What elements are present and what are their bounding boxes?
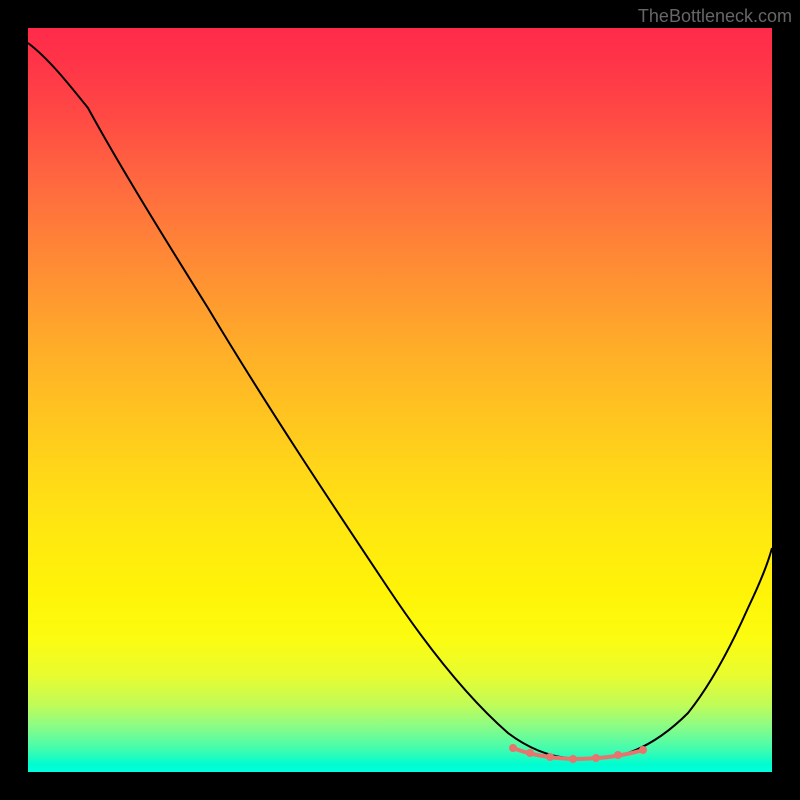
watermark-text: TheBottleneck.com (638, 6, 792, 27)
marker-dot (526, 749, 534, 757)
chart-area (28, 28, 772, 772)
bottleneck-curve-line (28, 43, 772, 758)
marker-dot (546, 753, 554, 761)
marker-dot (592, 754, 600, 762)
marker-dot (569, 755, 577, 763)
marker-dot-right (639, 746, 647, 754)
marker-dot (614, 751, 622, 759)
chart-svg (28, 28, 772, 772)
marker-dot-left (509, 744, 517, 752)
